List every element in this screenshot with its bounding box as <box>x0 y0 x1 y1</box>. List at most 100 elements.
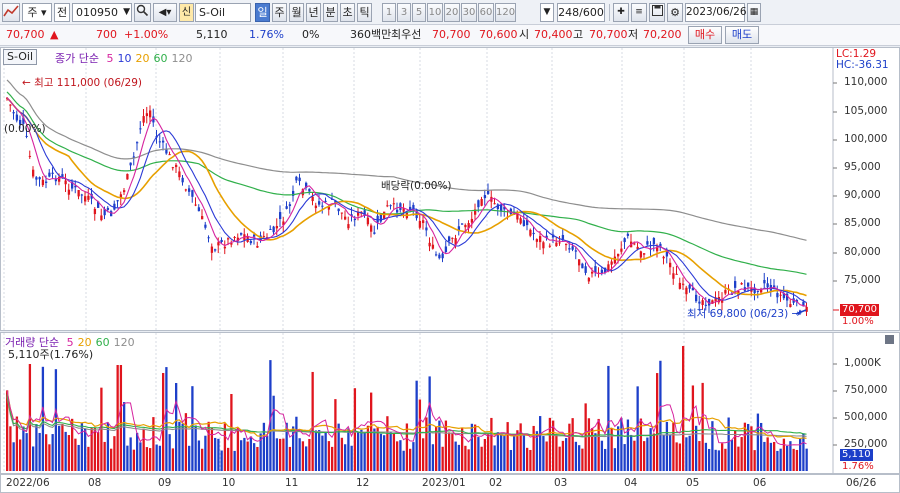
minute-button-1[interactable]: 1 <box>382 3 396 22</box>
period-button-0[interactable]: 일 <box>255 3 270 22</box>
candle-body <box>201 216 204 220</box>
candle-body <box>64 180 67 185</box>
period-button-4[interactable]: 분 <box>323 3 338 22</box>
candle-body <box>32 169 35 177</box>
volume-bar <box>272 395 275 471</box>
gear-icon[interactable]: ⚙ <box>667 3 683 22</box>
dropdown-icon[interactable]: ▼ <box>540 3 554 22</box>
candle-body <box>373 232 376 234</box>
volume-bar <box>275 438 279 471</box>
minute-button-30[interactable]: 30 <box>461 3 477 22</box>
candle-body <box>87 195 90 200</box>
period-button-2[interactable]: 월 <box>289 3 304 22</box>
volume-bar <box>25 433 28 471</box>
price-y-tick: 90,000 <box>844 189 881 201</box>
indicator-icon[interactable]: ✚ <box>613 3 629 22</box>
candle-body <box>461 223 464 225</box>
count-field[interactable]: 248/600 <box>557 3 605 22</box>
volume-bar <box>805 448 808 471</box>
stock-code-value: 010950 <box>76 6 118 19</box>
volume-bar <box>38 432 41 471</box>
volume-bar <box>282 438 285 471</box>
list-icon[interactable]: ≡ <box>631 3 647 22</box>
panel-collapse-icon[interactable] <box>885 335 894 344</box>
minute-button-60[interactable]: 60 <box>478 3 494 22</box>
speaker-icon[interactable]: ◀▾ <box>153 3 177 22</box>
price-ma-120: 120 <box>171 52 193 65</box>
period-button-6[interactable]: 틱 <box>357 3 372 22</box>
chevron-down-icon[interactable]: ▼ <box>123 4 130 21</box>
price-y-tick: 80,000 <box>844 246 881 258</box>
volume-bar <box>682 346 685 471</box>
volume-bar <box>311 371 314 471</box>
volume-bar <box>405 423 409 471</box>
volume-bar <box>448 432 451 471</box>
volume-bar <box>743 422 747 471</box>
candle-body <box>542 242 545 249</box>
volume-pct-tag: 1.76% <box>842 461 874 472</box>
minute-button-5[interactable]: 5 <box>412 3 426 22</box>
volume-bar <box>769 442 773 471</box>
stock-name-legend[interactable]: S-Oil <box>3 49 38 65</box>
volume-bar <box>184 413 188 471</box>
candle-body <box>535 239 539 242</box>
candle-body <box>431 244 435 249</box>
volume-bar <box>412 442 415 471</box>
volume-bar <box>561 440 565 471</box>
hc-label: HC:-36.31 <box>836 59 889 71</box>
minute-button-10[interactable]: 10 <box>427 3 443 22</box>
candle-body <box>106 207 110 210</box>
minute-button-120[interactable]: 120 <box>495 3 516 22</box>
volume-bar <box>318 430 321 471</box>
save-icon[interactable] <box>649 3 665 22</box>
candle-body <box>688 284 691 289</box>
candle-body <box>386 205 389 207</box>
date-field[interactable]: 2023/06/26 <box>685 3 747 22</box>
candle-body <box>337 208 340 212</box>
volume-bar <box>496 432 500 471</box>
volume-bar <box>295 416 298 471</box>
stock-name-field[interactable]: S-Oil <box>195 3 251 22</box>
candle-body <box>685 287 688 295</box>
volume-bar <box>441 446 444 471</box>
x-axis-tick: 05 <box>686 477 700 489</box>
candle-body <box>285 206 288 209</box>
candle-body <box>38 177 41 180</box>
volume-bar <box>87 446 90 471</box>
volume-bar <box>730 439 734 471</box>
x-axis-tick: 08 <box>88 477 102 489</box>
search-icon[interactable] <box>134 3 151 22</box>
volume-bar <box>256 446 259 471</box>
period-button-3[interactable]: 년 <box>306 3 321 22</box>
chart-type-icon[interactable] <box>2 3 20 22</box>
candle-body <box>295 176 298 181</box>
candle-body <box>197 207 201 212</box>
period-button-5[interactable]: 초 <box>340 3 355 22</box>
candle-body <box>191 190 194 197</box>
volume-bar <box>314 430 318 471</box>
minute-button-20[interactable]: 20 <box>444 3 460 22</box>
candle-body <box>539 236 542 243</box>
calendar-icon[interactable]: ▦ <box>747 3 761 22</box>
stock-code-input[interactable]: 010950 ▼ <box>72 3 132 22</box>
buy-button[interactable]: 매수 <box>688 26 722 44</box>
volume-bar <box>210 427 214 471</box>
market-select[interactable]: 주 ▾ <box>22 3 52 22</box>
exchange-label[interactable]: 전 <box>54 3 70 22</box>
candle-body <box>617 253 620 257</box>
period-button-1[interactable]: 주 <box>272 3 287 22</box>
candle-body <box>740 283 743 285</box>
candle-body <box>435 254 438 256</box>
volume-bar <box>532 425 535 471</box>
candle-body <box>308 188 311 192</box>
minute-button-3[interactable]: 3 <box>397 3 411 22</box>
volume-chart[interactable] <box>1 333 899 473</box>
volume-bar <box>587 418 591 471</box>
sell-button[interactable]: 매도 <box>725 26 759 44</box>
low-note-text: 최저 69,800 (06/23) <box>687 308 789 320</box>
volume-bar <box>782 438 786 471</box>
ask-price: 70,700 <box>432 28 471 41</box>
volume-bar <box>350 445 353 471</box>
volume-bar <box>467 449 470 471</box>
low-label: 저 <box>628 28 639 41</box>
